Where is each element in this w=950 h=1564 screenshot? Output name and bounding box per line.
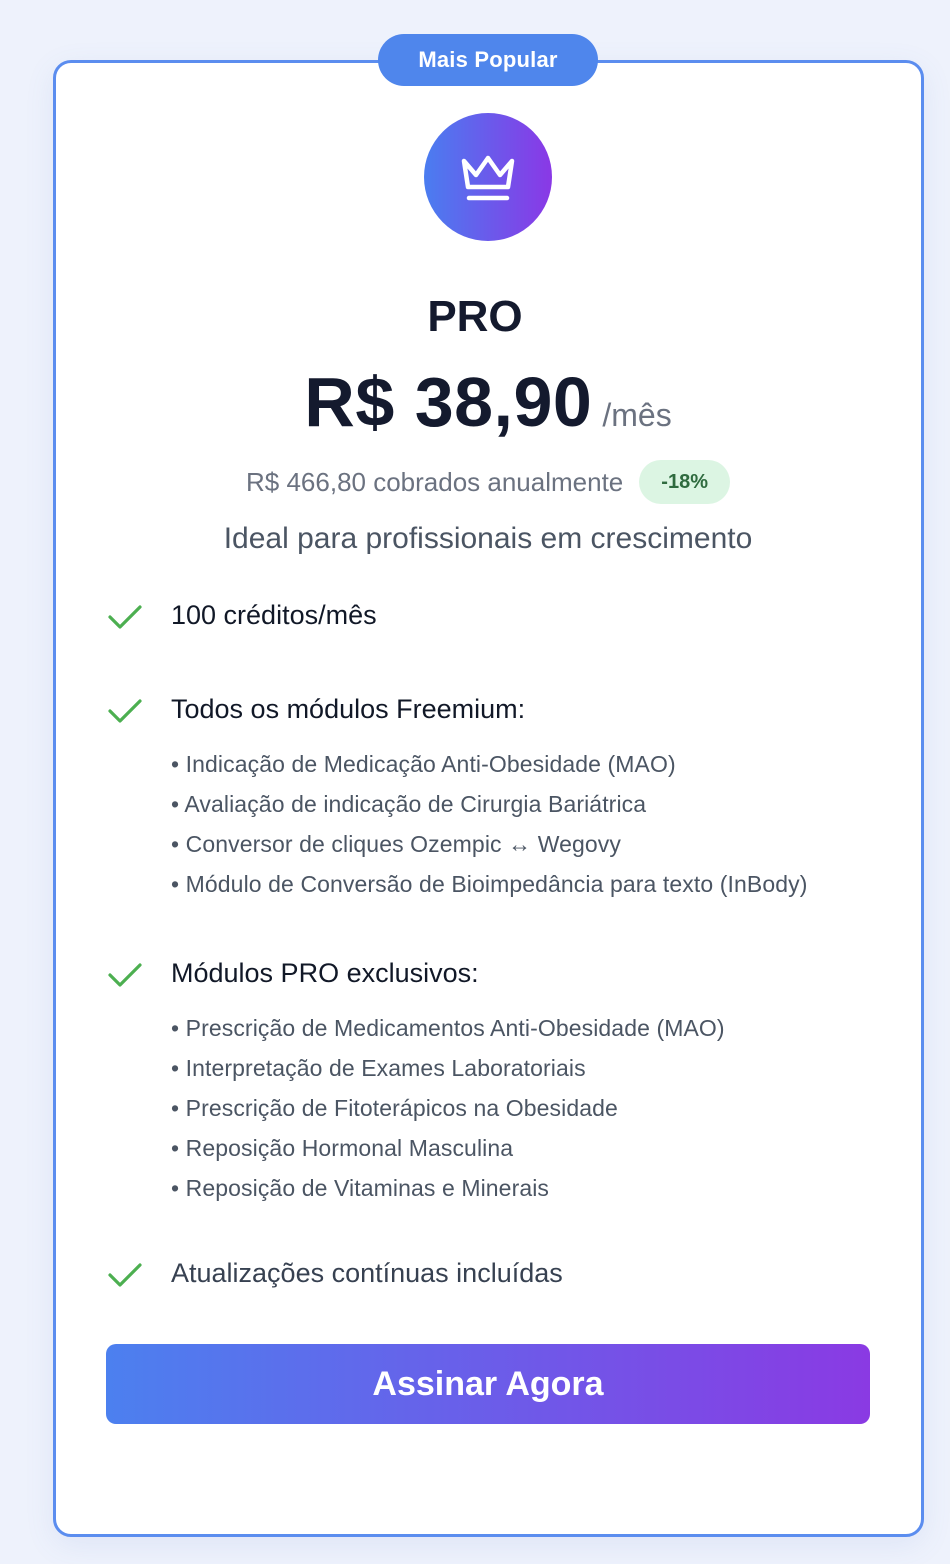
- feature-label: Todos os módulos Freemium:: [171, 694, 526, 724]
- list-item: • Avaliação de indicação de Cirurgia Bar…: [171, 791, 647, 817]
- plan-name: PRO: [427, 292, 523, 341]
- feature-label: 100 créditos/mês: [171, 600, 377, 630]
- feature-label: Módulos PRO exclusivos:: [171, 958, 479, 988]
- list-item: • Conversor de cliques Ozempic ↔ Wegovy: [171, 831, 621, 857]
- freemium-module-list: • Indicação de Medicação Anti-Obesidade …: [171, 751, 891, 911]
- price-period: /mês: [602, 397, 672, 433]
- price: R$ 38,90: [304, 363, 593, 441]
- list-item: • Reposição Hormonal Masculina: [171, 1135, 514, 1161]
- check-icon: [108, 605, 142, 629]
- list-item: • Módulo de Conversão de Bioimpedância p…: [171, 871, 808, 897]
- check-icon: [108, 963, 142, 987]
- crown-icon: [461, 155, 515, 201]
- most-popular-badge: Mais Popular: [378, 34, 598, 86]
- annual-billing-row: R$ 466,80 cobrados anualmente -18%: [0, 460, 950, 504]
- list-item: • Reposição de Vitaminas e Minerais: [171, 1175, 550, 1201]
- check-icon: [108, 1263, 142, 1287]
- list-item: • Indicação de Medicação Anti-Obesidade …: [171, 751, 676, 777]
- list-item: • Interpretação de Exames Laboratoriais: [171, 1055, 586, 1081]
- list-item: • Prescrição de Fitoterápicos na Obesida…: [171, 1095, 618, 1121]
- pro-module-list: • Prescrição de Medicamentos Anti-Obesid…: [171, 1015, 891, 1215]
- plan-tagline: Ideal para profissionais em crescimento: [223, 522, 753, 555]
- annual-billing-note: R$ 466,80 cobrados anualmente: [246, 466, 624, 497]
- discount-badge: -18%: [639, 460, 730, 504]
- list-item: • Prescrição de Medicamentos Anti-Obesid…: [171, 1015, 725, 1041]
- plan-icon-circle: [424, 113, 552, 241]
- subscribe-button[interactable]: Assinar Agora: [106, 1344, 870, 1424]
- feature-label: Atualizações contínuas incluídas: [171, 1258, 563, 1288]
- price-row: R$ 38,90 /mês: [0, 362, 950, 442]
- check-icon: [108, 699, 142, 723]
